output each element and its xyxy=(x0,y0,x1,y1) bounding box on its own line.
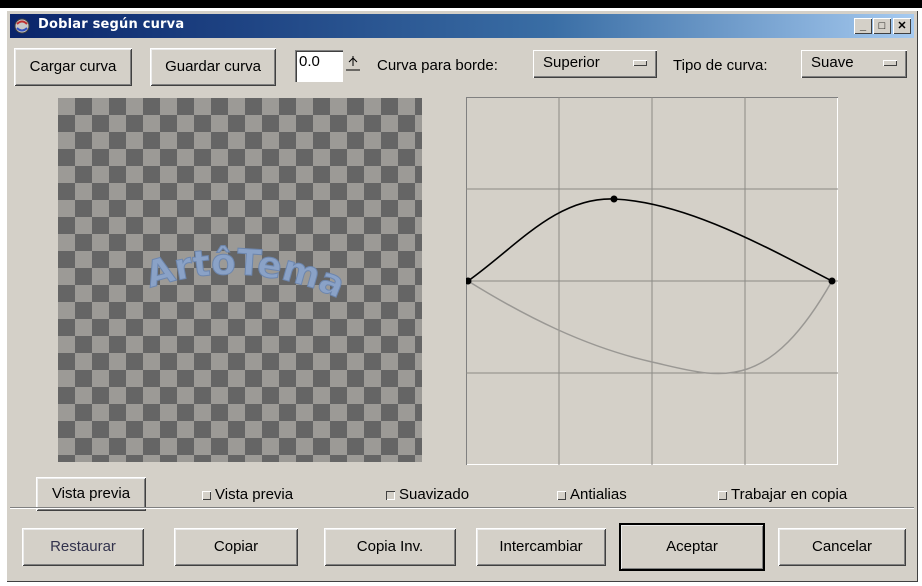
antialias-checkbox[interactable]: Antialias xyxy=(557,486,627,503)
preview-text: ArtôTemas xyxy=(58,98,351,307)
curve-type-select[interactable]: Suave xyxy=(801,50,907,78)
checkbox-box xyxy=(718,490,727,500)
checkbox-box xyxy=(386,490,395,500)
preview-text-layer: ArtôTemas xyxy=(58,98,351,307)
dialog-window: Doblar según curva _ □ ✕ Cargar curva Gu… xyxy=(6,10,918,582)
curve-edge-value: Superior xyxy=(543,54,600,71)
curve-for-edge-label: Curva para borde: xyxy=(377,57,498,74)
preview-button[interactable]: Vista previa xyxy=(36,477,146,511)
curve-type-value: Suave xyxy=(811,54,854,71)
work-on-copy-checkbox[interactable]: Trabajar en copia xyxy=(718,486,847,503)
option-menu-indicator-icon xyxy=(883,60,897,66)
copy-inverse-button[interactable]: Copia Inv. xyxy=(324,528,456,566)
preview-canvas: ArtôTemas xyxy=(58,98,422,462)
checkbox-box xyxy=(557,490,566,500)
curve-editor[interactable] xyxy=(466,97,838,465)
curve-point-right[interactable] xyxy=(828,277,836,285)
offset-input[interactable]: 0.0 xyxy=(295,50,343,82)
save-curve-button[interactable]: Guardar curva xyxy=(150,48,276,86)
preview-checkbox[interactable]: Vista previa xyxy=(202,486,293,503)
cancel-button[interactable]: Cancelar xyxy=(778,528,906,566)
close-button[interactable]: ✕ xyxy=(893,18,911,34)
offset-spinner-icon[interactable] xyxy=(344,52,362,80)
curve-grid xyxy=(466,97,838,465)
antialias-checkbox-label: Antialias xyxy=(570,486,627,503)
smoothing-checkbox[interactable]: Suavizado xyxy=(386,486,469,503)
option-menu-indicator-icon xyxy=(633,60,647,66)
window-title: Doblar según curva xyxy=(38,17,185,32)
load-curve-button[interactable]: Cargar curva xyxy=(14,48,132,86)
maximize-button[interactable]: □ xyxy=(873,18,891,34)
copy-button[interactable]: Copiar xyxy=(174,528,298,566)
swap-button[interactable]: Intercambiar xyxy=(476,528,606,566)
curve-type-label: Tipo de curva: xyxy=(673,57,768,74)
minimize-button[interactable]: _ xyxy=(854,18,872,34)
smoothing-checkbox-label: Suavizado xyxy=(399,486,470,503)
accept-button[interactable]: Aceptar xyxy=(619,523,765,571)
mirror-curve-line xyxy=(467,280,833,375)
title-bar[interactable]: Doblar según curva _ □ ✕ xyxy=(10,14,914,38)
edge-curve-line xyxy=(467,198,833,282)
curve-point-middle[interactable] xyxy=(610,195,618,203)
preview-checkbox-label: Vista previa xyxy=(215,486,294,503)
screen-top-strip xyxy=(0,0,922,8)
app-icon xyxy=(14,18,30,34)
curve-edge-select[interactable]: Superior xyxy=(533,50,657,78)
curve-graph[interactable] xyxy=(466,97,838,465)
work-on-copy-checkbox-label: Trabajar en copia xyxy=(731,486,848,503)
svg-text:ArtôTemas: ArtôTemas xyxy=(58,98,351,307)
separator xyxy=(10,507,914,509)
checkbox-box xyxy=(202,490,211,500)
reset-button[interactable]: Restaurar xyxy=(22,528,144,566)
